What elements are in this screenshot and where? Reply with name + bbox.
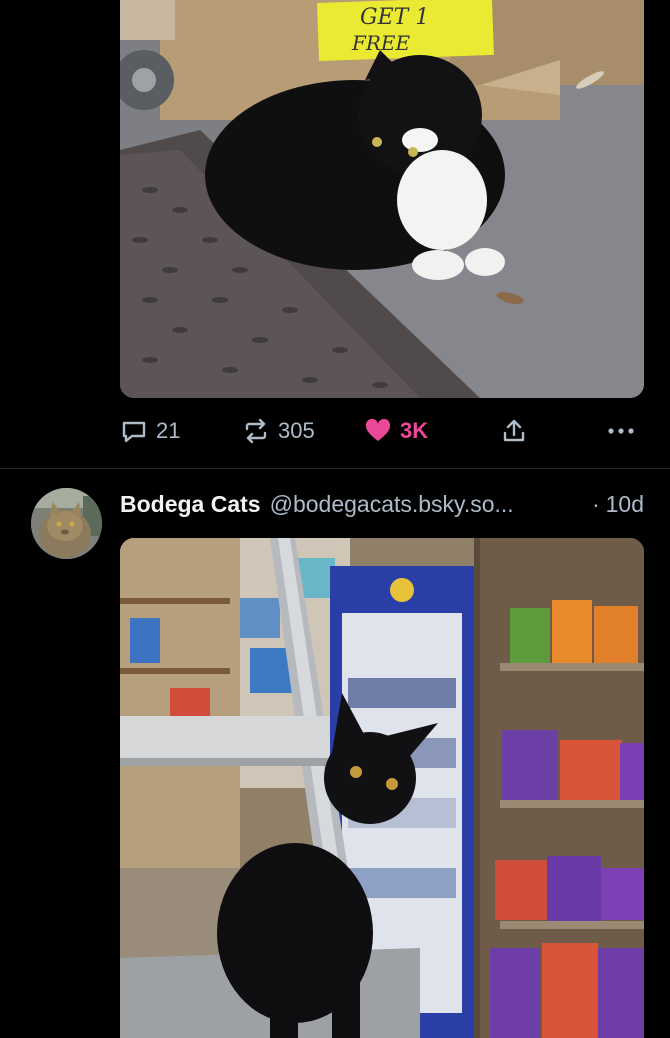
repost-arrows-icon	[242, 417, 270, 445]
heart-icon	[364, 417, 392, 445]
author-handle[interactable]: @bodegacats.bsky.so...	[270, 491, 584, 518]
more-options-button[interactable]	[606, 410, 636, 452]
feed-post[interactable]: Bodega Cats @bodegacats.bsky.so... · 10d	[0, 469, 670, 1038]
post-image-bodega-cat[interactable]	[120, 538, 644, 1038]
reply-button[interactable]: 21	[120, 410, 180, 452]
share-upload-icon	[500, 417, 528, 445]
speech-bubble-icon	[120, 417, 148, 445]
like-count: 3K	[400, 418, 429, 443]
post-timestamp[interactable]: 10d	[606, 491, 644, 518]
avatar[interactable]	[31, 488, 102, 559]
post-header: Bodega Cats @bodegacats.bsky.so... · 10d	[120, 487, 644, 521]
separator-dot: ·	[591, 490, 600, 517]
post-image-tuxedo-cat[interactable]: GET 1 FREE	[120, 0, 644, 398]
reply-count: 21	[156, 418, 181, 443]
post-actions-bar: 21 305 3K	[120, 410, 644, 452]
repost-count: 305	[278, 418, 315, 443]
repost-button[interactable]: 305	[242, 410, 315, 452]
share-button[interactable]	[500, 410, 528, 452]
svg-text:GET 1: GET 1	[360, 5, 429, 30]
feed-post[interactable]: GET 1 FREE 21 305 3K	[0, 0, 670, 468]
author-display-name[interactable]: Bodega Cats	[120, 491, 261, 518]
ellipsis-icon	[606, 417, 636, 445]
like-button[interactable]: 3K	[364, 410, 428, 452]
